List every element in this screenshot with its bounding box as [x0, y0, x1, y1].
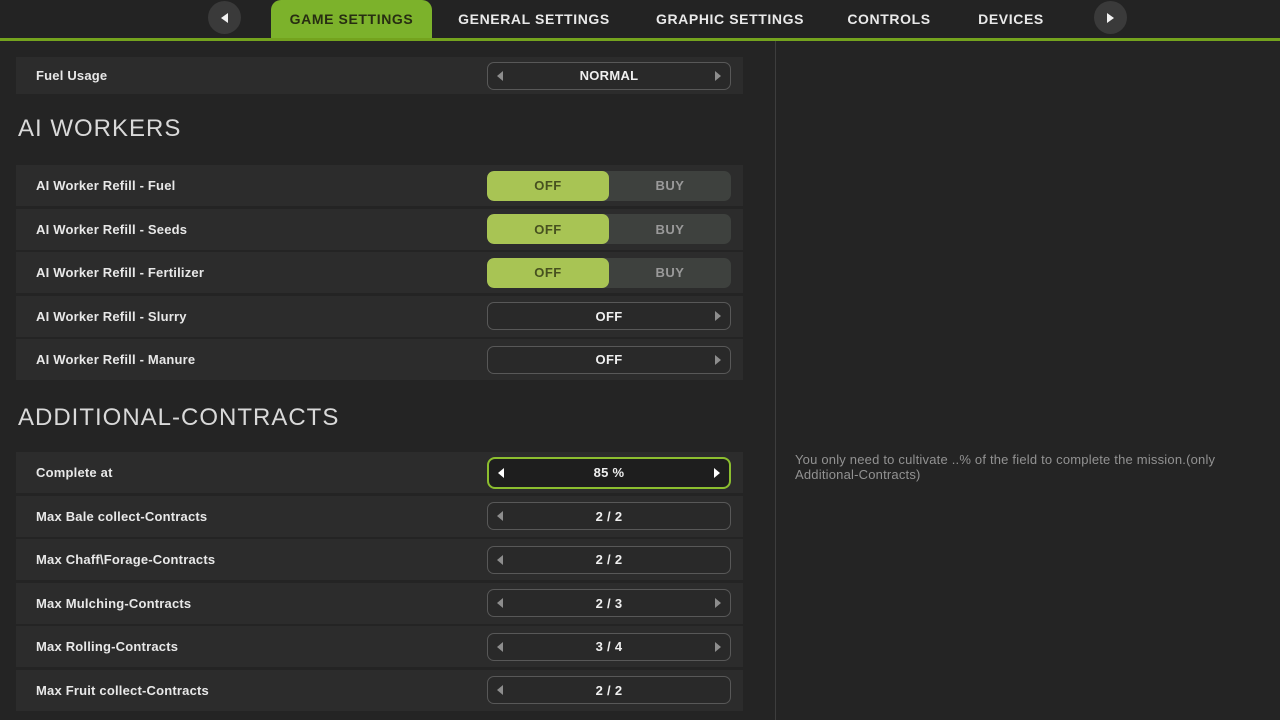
tab-game-settings[interactable]: GAME SETTINGS: [271, 0, 432, 38]
setting-label: AI Worker Refill - Manure: [36, 352, 487, 367]
increment-arrow-icon[interactable]: [714, 468, 720, 478]
ai-workers-group: AI Worker Refill - Fuel OFF BUY AI Worke…: [16, 165, 743, 380]
setting-label: AI Worker Refill - Seeds: [36, 222, 487, 237]
tabs-scroll-left-button[interactable]: [208, 1, 241, 34]
option-label: OFF: [534, 178, 562, 193]
tab-general-settings[interactable]: GENERAL SETTINGS: [444, 0, 624, 38]
fuel-usage-selector[interactable]: NORMAL: [487, 62, 731, 90]
selector-value: 3 / 4: [503, 639, 715, 654]
setting-row-max-mulching-contracts: Max Mulching-Contracts 2 / 3: [16, 583, 743, 624]
setting-row-refill-seeds: AI Worker Refill - Seeds OFF BUY: [16, 209, 743, 250]
settings-panel: Fuel Usage NORMAL AI WORKERS AI Worker R…: [16, 41, 743, 713]
setting-label: Max Bale collect-Contracts: [36, 509, 487, 524]
max-chaff-selector[interactable]: 2 / 2: [487, 546, 731, 574]
setting-row-refill-fertilizer: AI Worker Refill - Fertilizer OFF BUY: [16, 252, 743, 293]
selector-value: 2 / 3: [503, 596, 715, 611]
game-settings-screen: GAME SETTINGS GENERAL SETTINGS GRAPHIC S…: [0, 0, 1280, 720]
refill-fertilizer-toggle: OFF BUY: [487, 258, 731, 288]
additional-contracts-group: Complete at 85 % Max Bale collect-Contra…: [16, 452, 743, 711]
increment-arrow-icon[interactable]: [715, 355, 721, 365]
off-option-button[interactable]: OFF: [487, 171, 609, 201]
complete-at-selector[interactable]: 85 %: [487, 457, 731, 489]
selector-value: 2 / 2: [503, 683, 715, 698]
selector-value: 2 / 2: [503, 552, 715, 567]
refill-slurry-selector[interactable]: OFF: [487, 302, 731, 330]
increment-arrow-icon[interactable]: [715, 311, 721, 321]
option-label: BUY: [656, 265, 685, 280]
section-title-text: ADDITIONAL-CONTRACTS: [18, 404, 339, 432]
section-title-text: AI WORKERS: [18, 115, 181, 143]
setting-label: AI Worker Refill - Fertilizer: [36, 265, 487, 280]
setting-row-max-fruit-contracts: Max Fruit collect-Contracts 2 / 2: [16, 670, 743, 711]
tab-label: GRAPHIC SETTINGS: [656, 11, 804, 27]
tabs-scroll-right-button[interactable]: [1094, 1, 1127, 34]
buy-option-button[interactable]: BUY: [609, 171, 731, 201]
selector-value: NORMAL: [503, 68, 715, 83]
max-bale-selector[interactable]: 2 / 2: [487, 502, 731, 530]
option-label: OFF: [534, 265, 562, 280]
tab-label: GAME SETTINGS: [290, 11, 414, 27]
option-label: OFF: [534, 222, 562, 237]
setting-row-max-rolling-contracts: Max Rolling-Contracts 3 / 4: [16, 626, 743, 667]
right-arrow-icon: [1107, 13, 1114, 23]
section-title-ai-workers: AI WORKERS: [18, 110, 743, 148]
setting-label: Max Fruit collect-Contracts: [36, 683, 487, 698]
section-title-additional-contracts: ADDITIONAL-CONTRACTS: [18, 400, 743, 436]
increment-arrow-icon[interactable]: [715, 71, 721, 81]
refill-fuel-toggle: OFF BUY: [487, 171, 731, 201]
off-option-button[interactable]: OFF: [487, 214, 609, 244]
setting-label: AI Worker Refill - Slurry: [36, 309, 487, 324]
left-arrow-icon: [221, 13, 228, 23]
setting-row-refill-manure: AI Worker Refill - Manure OFF: [16, 339, 743, 380]
off-option-button[interactable]: OFF: [487, 258, 609, 288]
selector-value: 85 %: [504, 465, 714, 480]
max-mulching-selector[interactable]: 2 / 3: [487, 589, 731, 617]
setting-row-max-bale-contracts: Max Bale collect-Contracts 2 / 2: [16, 496, 743, 537]
tab-label: GENERAL SETTINGS: [458, 11, 610, 27]
setting-label: Max Rolling-Contracts: [36, 639, 487, 654]
selector-value: OFF: [503, 309, 715, 324]
setting-label: Max Chaff\Forage-Contracts: [36, 552, 487, 567]
increment-arrow-icon[interactable]: [715, 598, 721, 608]
panel-divider: [775, 41, 776, 720]
setting-row-complete-at: Complete at 85 %: [16, 452, 743, 493]
setting-row-fuel-usage: Fuel Usage NORMAL: [16, 57, 743, 94]
refill-seeds-toggle: OFF BUY: [487, 214, 731, 244]
max-rolling-selector[interactable]: 3 / 4: [487, 633, 731, 661]
buy-option-button[interactable]: BUY: [609, 258, 731, 288]
selector-value: OFF: [503, 352, 715, 367]
tab-graphic-settings[interactable]: GRAPHIC SETTINGS: [640, 0, 820, 38]
option-label: BUY: [656, 222, 685, 237]
tab-label: DEVICES: [978, 11, 1044, 27]
increment-arrow-icon[interactable]: [715, 642, 721, 652]
settings-tab-bar: GAME SETTINGS GENERAL SETTINGS GRAPHIC S…: [0, 0, 1280, 38]
setting-row-refill-slurry: AI Worker Refill - Slurry OFF: [16, 296, 743, 337]
selector-value: 2 / 2: [503, 509, 715, 524]
setting-label: AI Worker Refill - Fuel: [36, 178, 487, 193]
tab-devices[interactable]: DEVICES: [921, 0, 1101, 38]
setting-label: Max Mulching-Contracts: [36, 596, 487, 611]
setting-description: You only need to cultivate ..% of the fi…: [795, 452, 1265, 482]
setting-row-refill-fuel: AI Worker Refill - Fuel OFF BUY: [16, 165, 743, 206]
refill-manure-selector[interactable]: OFF: [487, 346, 731, 374]
option-label: BUY: [656, 178, 685, 193]
setting-row-max-chaff-contracts: Max Chaff\Forage-Contracts 2 / 2: [16, 539, 743, 580]
setting-label: Complete at: [36, 465, 487, 480]
tab-label: CONTROLS: [847, 11, 930, 27]
buy-option-button[interactable]: BUY: [609, 214, 731, 244]
max-fruit-selector[interactable]: 2 / 2: [487, 676, 731, 704]
setting-label: Fuel Usage: [36, 68, 487, 83]
